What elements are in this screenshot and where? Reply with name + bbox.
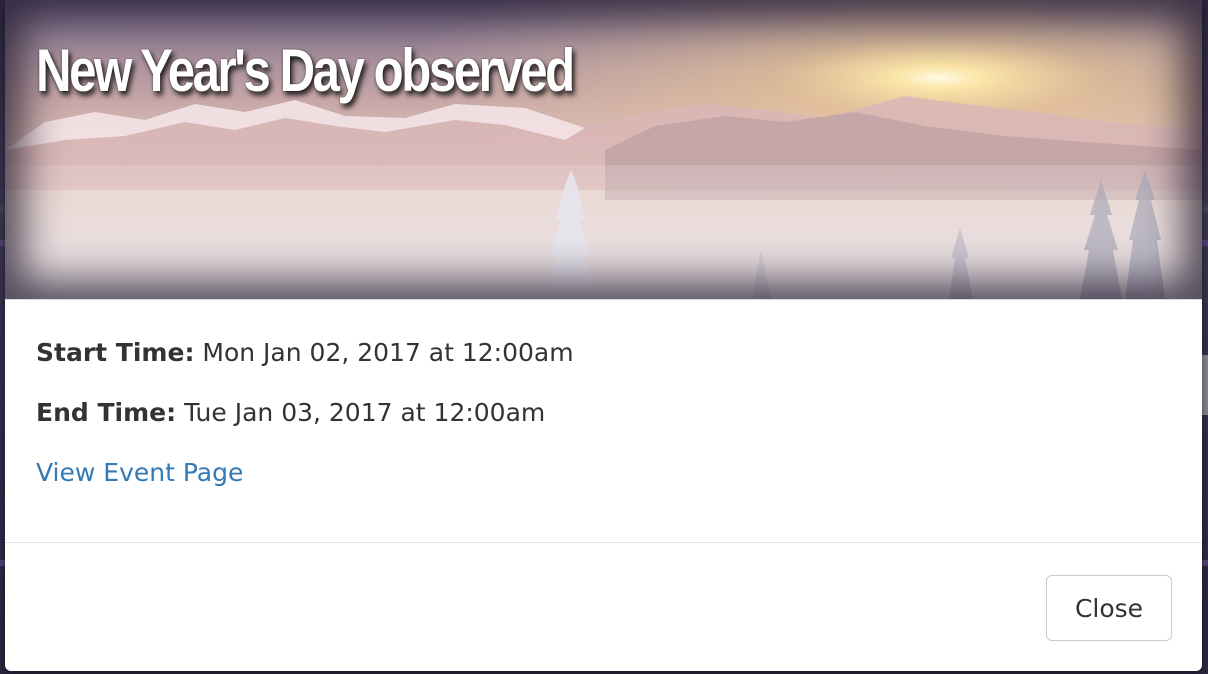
end-time-row: End Time: Tue Jan 03, 2017 at 12:00am xyxy=(36,398,1202,458)
start-time-row: Start Time: Mon Jan 02, 2017 at 12:00am xyxy=(36,338,1202,398)
backdrop-side-element xyxy=(1202,355,1208,415)
start-time-value: Mon Jan 02, 2017 at 12:00am xyxy=(202,338,574,367)
view-event-page-link[interactable]: View Event Page xyxy=(36,458,243,488)
end-time-value: Tue Jan 03, 2017 at 12:00am xyxy=(184,398,546,427)
modal-body: Start Time: Mon Jan 02, 2017 at 12:00am … xyxy=(5,300,1202,543)
start-time-label: Start Time: xyxy=(36,338,195,367)
end-time-label: End Time: xyxy=(36,398,177,427)
modal-header: New Year's Day observed xyxy=(5,0,1202,300)
close-button[interactable]: Close xyxy=(1046,575,1172,641)
event-modal: New Year's Day observed Start Time: Mon … xyxy=(5,0,1202,671)
modal-footer: Close xyxy=(5,543,1202,671)
modal-title: New Year's Day observed xyxy=(36,37,575,104)
